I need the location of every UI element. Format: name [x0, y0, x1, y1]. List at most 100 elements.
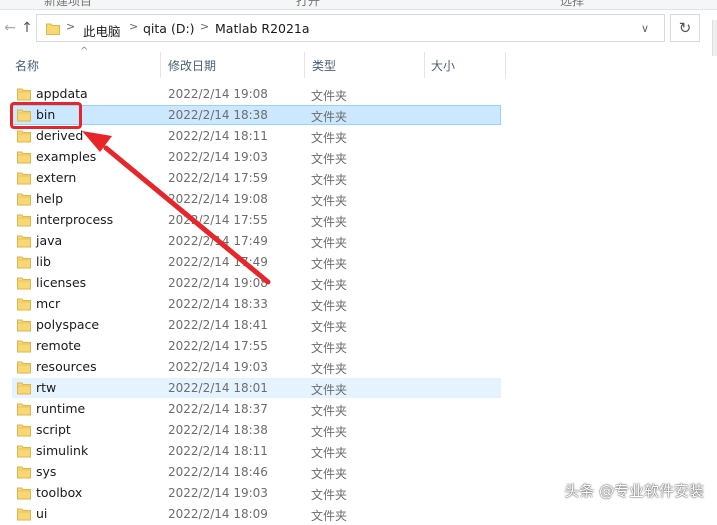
search-box-edge[interactable] — [712, 20, 717, 56]
file-row-resources[interactable]: resources 2022/2/14 19:03 文件夹 — [0, 357, 520, 378]
file-name[interactable]: script — [36, 422, 71, 437]
file-date: 2022/2/14 17:55 — [168, 339, 268, 353]
file-name[interactable]: resources — [36, 359, 97, 374]
file-name[interactable]: remote — [36, 338, 81, 353]
file-row-runtime[interactable]: runtime 2022/2/14 18:37 文件夹 — [0, 399, 520, 420]
file-type: 文件夹 — [311, 467, 348, 481]
folder-icon — [17, 214, 31, 227]
breadcrumb-separator: > — [129, 20, 139, 33]
folder-icon — [17, 487, 31, 500]
file-row-script[interactable]: script 2022/2/14 18:38 文件夹 — [0, 420, 520, 441]
file-row-java[interactable]: java 2022/2/14 17:49 文件夹 — [0, 231, 520, 252]
file-type: 文件夹 — [311, 173, 348, 187]
file-type: 文件夹 — [311, 341, 348, 355]
breadcrumb-item[interactable]: Matlab R2021a — [215, 21, 310, 36]
file-name[interactable]: appdata — [36, 86, 88, 101]
folder-icon — [17, 508, 31, 521]
column-header-size[interactable]: 大小 — [431, 57, 455, 74]
file-name[interactable]: interprocess — [36, 212, 113, 227]
column-header-date[interactable]: 修改日期 — [168, 57, 216, 74]
file-type: 文件夹 — [311, 299, 348, 313]
file-date: 2022/2/14 17:49 — [168, 234, 268, 248]
column-header-type[interactable]: 类型 — [312, 57, 336, 74]
file-row-licenses[interactable]: licenses 2022/2/14 19:08 文件夹 — [0, 273, 520, 294]
file-date: 2022/2/14 18:46 — [168, 465, 268, 479]
folder-icon — [17, 88, 31, 101]
folder-icon — [17, 256, 31, 269]
folder-icon — [17, 403, 31, 416]
file-name[interactable]: simulink — [36, 443, 88, 458]
up-button[interactable]: ↑ — [19, 20, 35, 36]
column-divider[interactable] — [424, 52, 425, 78]
file-date: 2022/2/14 19:08 — [168, 192, 268, 206]
folder-icon — [17, 151, 31, 164]
file-date: 2022/2/14 18:41 — [168, 318, 268, 332]
file-row-remote[interactable]: remote 2022/2/14 17:55 文件夹 — [0, 336, 520, 357]
column-header-name[interactable]: 名称 — [15, 57, 39, 74]
file-date: 2022/2/14 19:03 — [168, 486, 268, 500]
file-name[interactable]: lib — [36, 254, 51, 269]
file-row-rtw[interactable]: rtw 2022/2/14 18:01 文件夹 — [0, 378, 520, 399]
ribbon-label[interactable]: 选择 — [560, 0, 584, 9]
file-type: 文件夹 — [311, 425, 348, 439]
file-date: 2022/2/14 18:11 — [168, 129, 268, 143]
folder-icon — [17, 382, 31, 395]
file-type: 文件夹 — [311, 194, 348, 208]
breadcrumb-item[interactable]: qita (D:) — [143, 21, 195, 36]
file-row-lib[interactable]: lib 2022/2/14 17:49 文件夹 — [0, 252, 520, 273]
file-name[interactable]: derived — [36, 128, 83, 143]
file-type: 文件夹 — [311, 320, 348, 334]
column-divider[interactable] — [505, 52, 506, 78]
breadcrumb-separator: > — [200, 20, 210, 33]
file-date: 2022/2/14 18:38 — [168, 423, 268, 437]
file-row-interprocess[interactable]: interprocess 2022/2/14 17:55 文件夹 — [0, 210, 520, 231]
file-row-simulink[interactable]: simulink 2022/2/14 18:11 文件夹 — [0, 441, 520, 462]
file-type: 文件夹 — [311, 152, 348, 166]
file-name[interactable]: extern — [36, 170, 76, 185]
file-name[interactable]: licenses — [36, 275, 86, 290]
file-name[interactable]: java — [36, 233, 62, 248]
file-date: 2022/2/14 18:09 — [168, 507, 268, 521]
file-row-help[interactable]: help 2022/2/14 19:08 文件夹 — [0, 189, 520, 210]
file-name[interactable]: polyspace — [36, 317, 99, 332]
file-row-derived[interactable]: derived 2022/2/14 18:11 文件夹 — [0, 126, 520, 147]
file-name[interactable]: toolbox — [36, 485, 82, 500]
file-date: 2022/2/14 17:55 — [168, 213, 268, 227]
file-type: 文件夹 — [311, 383, 348, 397]
file-row-extern[interactable]: extern 2022/2/14 17:59 文件夹 — [0, 168, 520, 189]
file-date: 2022/2/14 18:38 — [168, 108, 268, 122]
file-row-mcr[interactable]: mcr 2022/2/14 18:33 文件夹 — [0, 294, 520, 315]
file-type: 文件夹 — [311, 257, 348, 271]
column-divider[interactable] — [304, 52, 305, 78]
column-divider[interactable] — [160, 52, 161, 78]
file-name[interactable]: mcr — [36, 296, 60, 311]
file-name[interactable]: examples — [36, 149, 96, 164]
file-type: 文件夹 — [311, 110, 348, 124]
folder-icon — [17, 235, 31, 248]
file-name[interactable]: rtw — [36, 380, 56, 395]
watermark: 头条 @专业软件安装 — [564, 482, 704, 500]
file-date: 2022/2/14 17:49 — [168, 255, 268, 269]
file-name[interactable]: ui — [36, 506, 47, 521]
history-dropdown[interactable]: ∨ — [641, 22, 649, 35]
file-date: 2022/2/14 18:37 — [168, 402, 268, 416]
folder-icon — [17, 130, 31, 143]
back-button[interactable]: ← — [2, 20, 18, 36]
address-row: ← ↑ > 此电脑 > qita (D:) > Matlab R2021a ∨ … — [0, 10, 717, 56]
file-name[interactable]: runtime — [36, 401, 85, 416]
file-row-sys[interactable]: sys 2022/2/14 18:46 文件夹 — [0, 462, 520, 483]
file-name[interactable]: sys — [36, 464, 56, 479]
breadcrumb-separator: > — [66, 20, 76, 33]
refresh-button[interactable]: ↻ — [670, 14, 700, 42]
breadcrumb-item[interactable]: 此电脑 — [83, 21, 121, 40]
file-date: 2022/2/14 17:59 — [168, 171, 268, 185]
ribbon-label[interactable]: 打开 — [296, 0, 320, 9]
file-date: 2022/2/14 19:08 — [168, 87, 268, 101]
file-row-examples[interactable]: examples 2022/2/14 19:03 文件夹 — [0, 147, 520, 168]
folder-icon — [17, 298, 31, 311]
ribbon-label[interactable]: 新建项目 — [44, 0, 92, 9]
file-row-toolbox[interactable]: toolbox 2022/2/14 19:03 文件夹 — [0, 483, 520, 504]
address-bar[interactable]: > 此电脑 > qita (D:) > Matlab R2021a ∨ — [36, 14, 665, 42]
file-row-polyspace[interactable]: polyspace 2022/2/14 18:41 文件夹 — [0, 315, 520, 336]
file-name[interactable]: help — [36, 191, 63, 206]
